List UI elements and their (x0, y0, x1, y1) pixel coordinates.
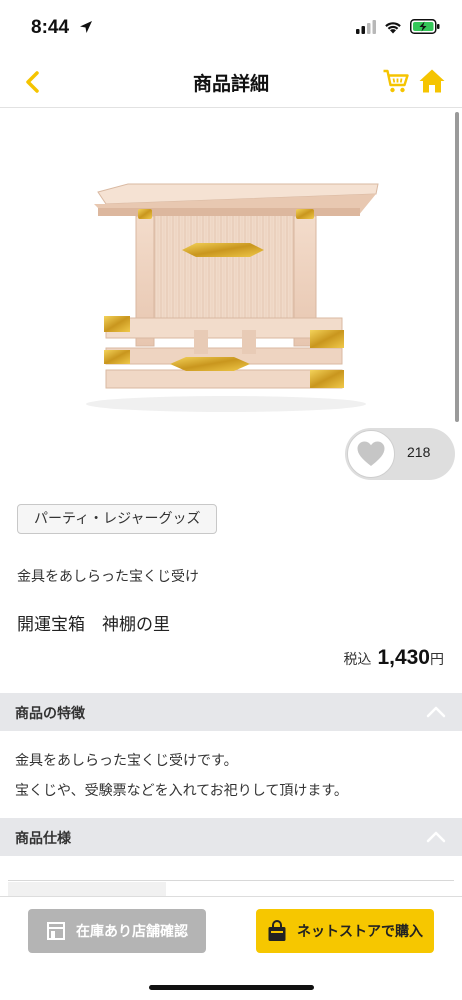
chevron-up-icon (426, 706, 446, 718)
shopping-bag-icon (268, 920, 286, 941)
store-icon (47, 922, 65, 940)
product-name: 開運宝箱 神棚の里 (17, 615, 170, 635)
favorite-button[interactable]: 218 (345, 428, 455, 480)
product-image[interactable] (58, 112, 406, 452)
features-section-header[interactable]: 商品の特徴 (0, 693, 462, 731)
heart-icon (357, 441, 385, 466)
cart-icon[interactable] (382, 67, 410, 95)
home-icon[interactable] (418, 67, 446, 95)
favorite-count: 218 (407, 444, 431, 460)
price-tax-label: 税込 (343, 652, 372, 668)
status-bar: 8:44 (0, 0, 462, 56)
price-value: 1,430 (377, 646, 430, 669)
feature-line: 金具をあしらった宝くじ受けです。 (15, 753, 238, 769)
price-unit: 円 (430, 652, 444, 668)
stock-check-button[interactable]: 在庫あり店舗確認 (28, 909, 206, 953)
status-icons (356, 19, 440, 34)
chevron-up-icon (426, 831, 446, 843)
stock-check-label: 在庫あり店舗確認 (76, 924, 188, 940)
bottom-action-bar: 在庫あり店舗確認 ネットストアで購入 (0, 896, 462, 1000)
navigation-bar: 商品詳細 (0, 56, 462, 108)
battery-icon (410, 19, 440, 34)
buy-online-label: ネットストアで購入 (297, 924, 423, 940)
spec-table-border (8, 880, 454, 881)
status-time: 8:44 (31, 17, 70, 38)
location-arrow-icon (80, 21, 92, 33)
product-photo (86, 183, 379, 412)
product-catch-copy: 金具をあしらった宝くじ受け (17, 569, 199, 585)
wifi-icon (385, 21, 401, 33)
feature-line: 宝くじや、受験票などを入れてお祀りして頂けます。 (15, 783, 348, 799)
specs-section-header[interactable]: 商品仕様 (0, 818, 462, 856)
price-row: 税込 1,430 円 (343, 646, 444, 670)
category-tag[interactable]: パーティ・レジャーグッズ (17, 504, 218, 534)
scroll-indicator[interactable] (455, 112, 459, 422)
features-section-title: 商品の特徴 (15, 706, 85, 722)
home-indicator[interactable] (149, 985, 314, 990)
buy-online-button[interactable]: ネットストアで購入 (256, 909, 434, 953)
favorite-heart-circle[interactable] (347, 430, 395, 478)
signal-icon (356, 19, 376, 34)
specs-section-title: 商品仕様 (15, 831, 71, 847)
